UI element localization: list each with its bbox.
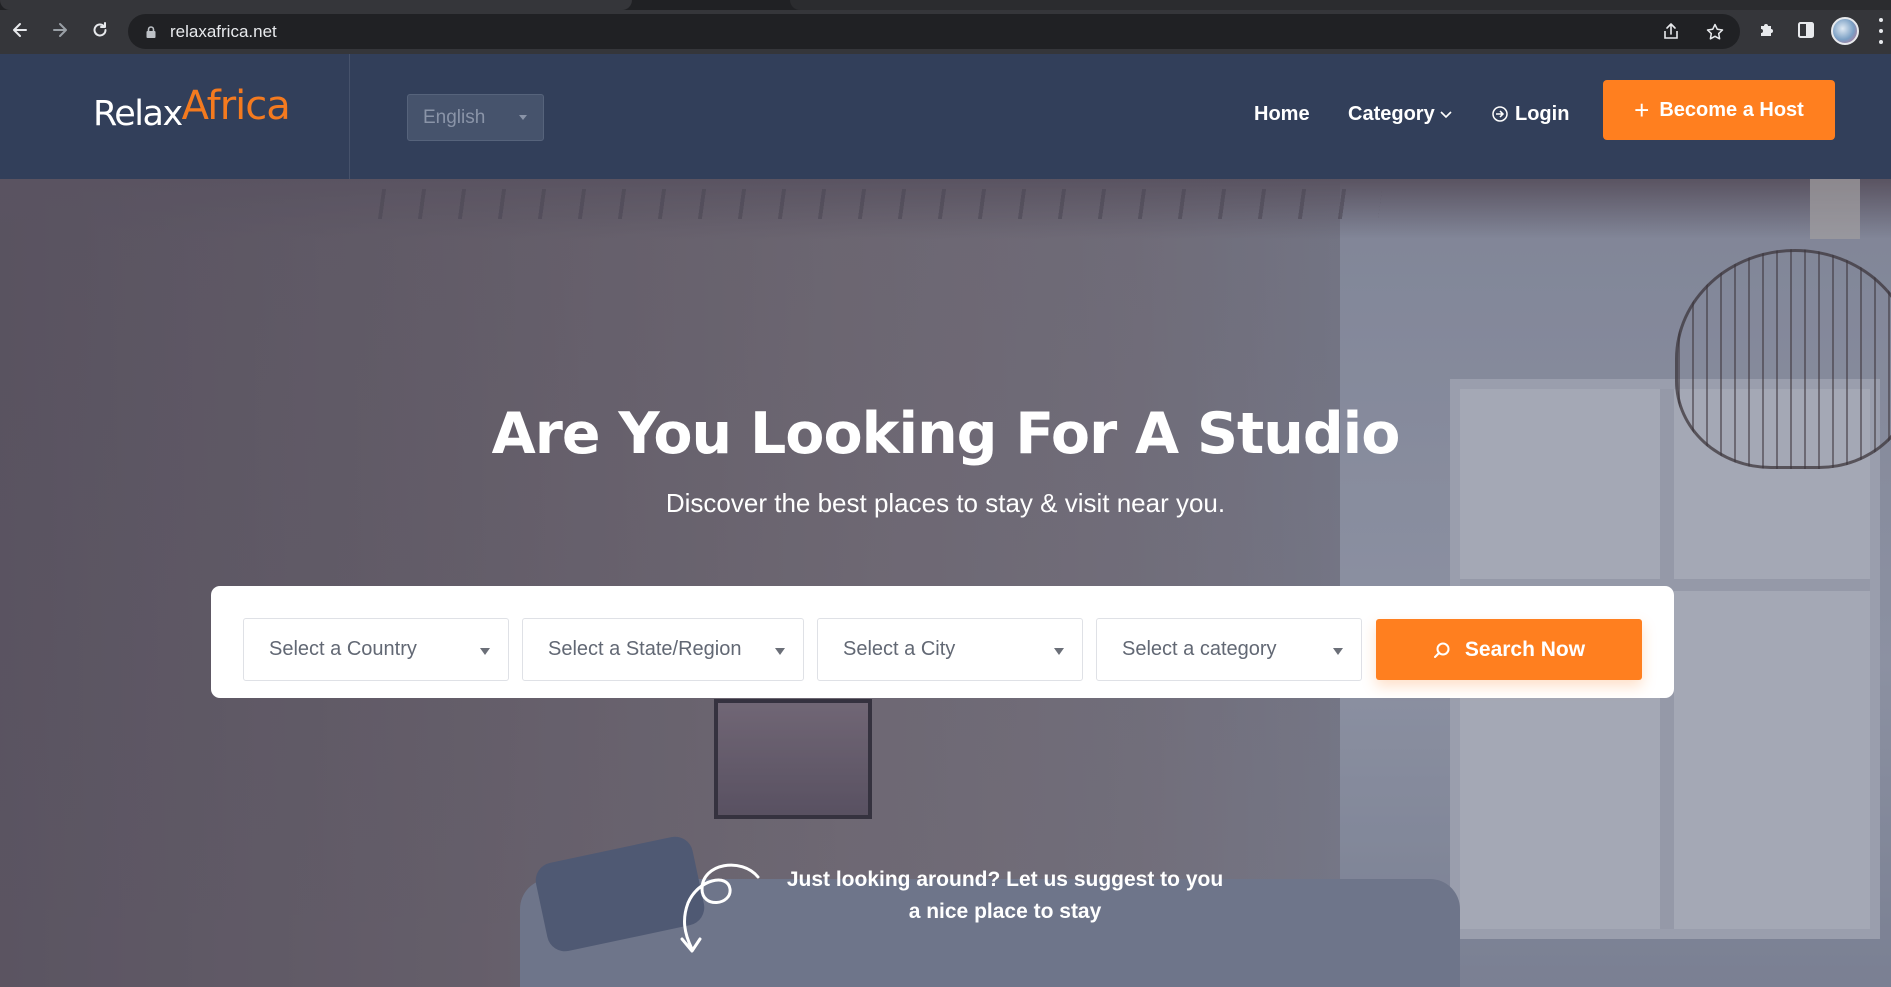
logo-africa: Africa xyxy=(181,83,291,129)
tab-strip xyxy=(0,0,1891,10)
search-panel: Select a Country Select a State/Region S… xyxy=(211,586,1674,698)
back-button[interactable] xyxy=(6,16,34,44)
chevron-down-icon xyxy=(1440,111,1452,119)
plus-icon: + xyxy=(1634,95,1650,125)
suggest-text: Just looking around? Let us suggest to y… xyxy=(780,864,1230,928)
kebab-menu-icon[interactable] xyxy=(1876,18,1886,44)
forward-button[interactable] xyxy=(46,16,74,44)
nav-home[interactable]: Home xyxy=(1254,98,1310,130)
category-select[interactable]: Select a category xyxy=(1096,618,1362,681)
nav-category-label: Category xyxy=(1348,102,1435,125)
nav-home-label: Home xyxy=(1254,102,1310,125)
country-select[interactable]: Select a Country xyxy=(243,618,509,681)
search-icon xyxy=(1433,642,1450,658)
avatar[interactable] xyxy=(1831,17,1859,45)
search-now-button[interactable]: Search Now xyxy=(1376,619,1642,680)
caret-down-icon xyxy=(1333,648,1343,655)
browser-toolbar: relaxafrica.net xyxy=(0,0,1891,54)
city-select[interactable]: Select a City xyxy=(817,618,1083,681)
share-icon[interactable] xyxy=(1658,19,1684,45)
language-select[interactable]: English xyxy=(407,94,544,141)
category-select-label: Select a category xyxy=(1122,638,1277,660)
caret-down-icon xyxy=(519,115,527,120)
lock-icon xyxy=(146,25,156,38)
city-select-label: Select a City xyxy=(843,638,956,660)
arrow-right-icon xyxy=(53,23,67,37)
nav-login-label: Login xyxy=(1515,102,1570,125)
search-now-label: Search Now xyxy=(1464,637,1586,661)
nav-login[interactable]: Login xyxy=(1491,98,1569,130)
site-logo[interactable]: Relax Africa xyxy=(93,83,291,145)
hero-section: Are You Looking For A Studio Discover th… xyxy=(0,179,1891,987)
caret-down-icon xyxy=(775,648,785,655)
login-icon xyxy=(1492,106,1508,122)
state-select-label: Select a State/Region xyxy=(548,638,742,660)
star-icon[interactable] xyxy=(1702,19,1728,45)
inactive-tab[interactable] xyxy=(790,0,1891,10)
country-select-label: Select a Country xyxy=(269,638,417,660)
suggest-line-1: Just looking around? Let us suggest to y… xyxy=(786,868,1224,891)
become-host-label: Become a Host xyxy=(1659,98,1804,121)
suggest-line-2: a nice place to stay xyxy=(908,900,1102,923)
hero-title: Are You Looking For A Studio xyxy=(491,401,1401,467)
curly-arrow-icon xyxy=(680,863,760,953)
state-select[interactable]: Select a State/Region xyxy=(522,618,804,681)
reload-icon xyxy=(93,22,107,37)
active-tab[interactable] xyxy=(0,0,632,10)
hero-subtitle: Discover the best places to stay & visit… xyxy=(665,488,1226,518)
language-selected: English xyxy=(423,106,486,128)
header-divider xyxy=(349,54,350,179)
reload-button[interactable] xyxy=(86,16,114,44)
logo-relax: Relax xyxy=(93,94,183,134)
caret-down-icon xyxy=(480,648,490,655)
nav-category[interactable]: Category xyxy=(1348,98,1453,130)
puzzle-icon[interactable] xyxy=(1752,15,1782,45)
become-host-button[interactable]: + Become a Host xyxy=(1603,80,1835,140)
caret-down-icon xyxy=(1054,648,1064,655)
site-header: Relax Africa English Home Category Login… xyxy=(0,54,1891,179)
url-text: relaxafrica.net xyxy=(170,21,277,41)
side-panel-icon[interactable] xyxy=(1791,15,1821,45)
arrow-left-icon xyxy=(13,23,27,37)
address-bar[interactable]: relaxafrica.net xyxy=(128,14,1740,49)
